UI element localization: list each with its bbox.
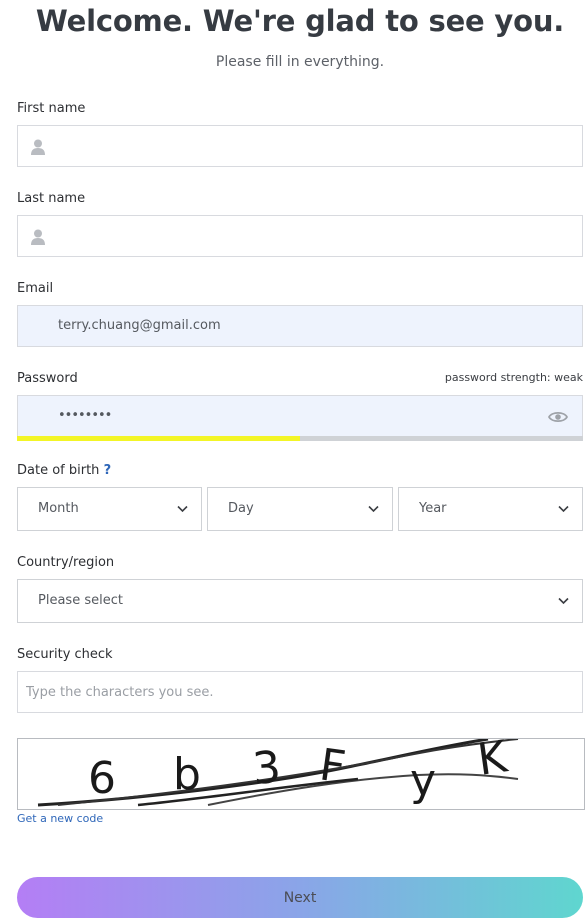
captcha-char: K: [474, 739, 511, 786]
country-select[interactable]: Please select: [17, 579, 583, 623]
dob-day-value: Day: [228, 501, 254, 516]
last-name-label: Last name: [17, 191, 86, 206]
first-name-label: First name: [17, 101, 86, 116]
dob-month-value: Month: [38, 501, 79, 516]
page-subtitle: Please fill in everything.: [215, 54, 385, 70]
captcha-input[interactable]: [17, 671, 583, 713]
dob-label-text: Date of birth: [17, 463, 100, 478]
password-value: ••••••••: [58, 408, 112, 423]
captcha-char: 6: [88, 753, 116, 804]
dob-month-select[interactable]: Month: [17, 487, 202, 531]
person-icon: [31, 139, 45, 155]
email-label: Email: [17, 281, 54, 296]
email-field[interactable]: terry.chuang@gmail.com: [17, 305, 583, 347]
dob-label: Date of birth ?: [17, 463, 111, 478]
dob-help-icon[interactable]: ?: [104, 463, 112, 478]
captcha-image: 6 b3FyK: [17, 738, 585, 810]
email-value: terry.chuang@gmail.com: [58, 318, 221, 333]
eye-icon[interactable]: [548, 410, 568, 424]
password-label: Password: [17, 371, 78, 386]
security-check-label: Security check: [17, 647, 113, 662]
get-new-code-link[interactable]: Get a new code: [17, 812, 103, 825]
captcha-char: 3: [251, 742, 283, 795]
chevron-down-icon: [558, 505, 569, 513]
password-strength-meter: [17, 436, 583, 441]
password-strength-text: password strength: weak: [444, 371, 583, 384]
signup-page: Welcome. We're glad to see you. Please f…: [0, 0, 587, 922]
page-title: Welcome. We're glad to see you.: [35, 4, 565, 38]
password-field[interactable]: ••••••••: [17, 395, 583, 437]
chevron-down-icon: [368, 505, 379, 513]
captcha-char: F: [316, 739, 348, 793]
next-button[interactable]: Next: [17, 877, 583, 918]
dob-year-select[interactable]: Year: [398, 487, 583, 531]
captcha-graphic: 6 b3FyK: [37, 739, 519, 807]
country-label: Country/region: [17, 555, 115, 570]
chevron-down-icon: [177, 505, 188, 513]
password-strength-fill: [17, 436, 300, 441]
first-name-field[interactable]: [17, 125, 583, 167]
chevron-down-icon: [558, 597, 569, 605]
person-icon: [31, 229, 45, 245]
captcha-char: y: [410, 755, 436, 806]
dob-day-select[interactable]: Day: [207, 487, 393, 531]
dob-year-value: Year: [419, 501, 447, 516]
last-name-field[interactable]: [17, 215, 583, 257]
country-value: Please select: [38, 593, 123, 608]
captcha-char: b: [173, 749, 201, 800]
